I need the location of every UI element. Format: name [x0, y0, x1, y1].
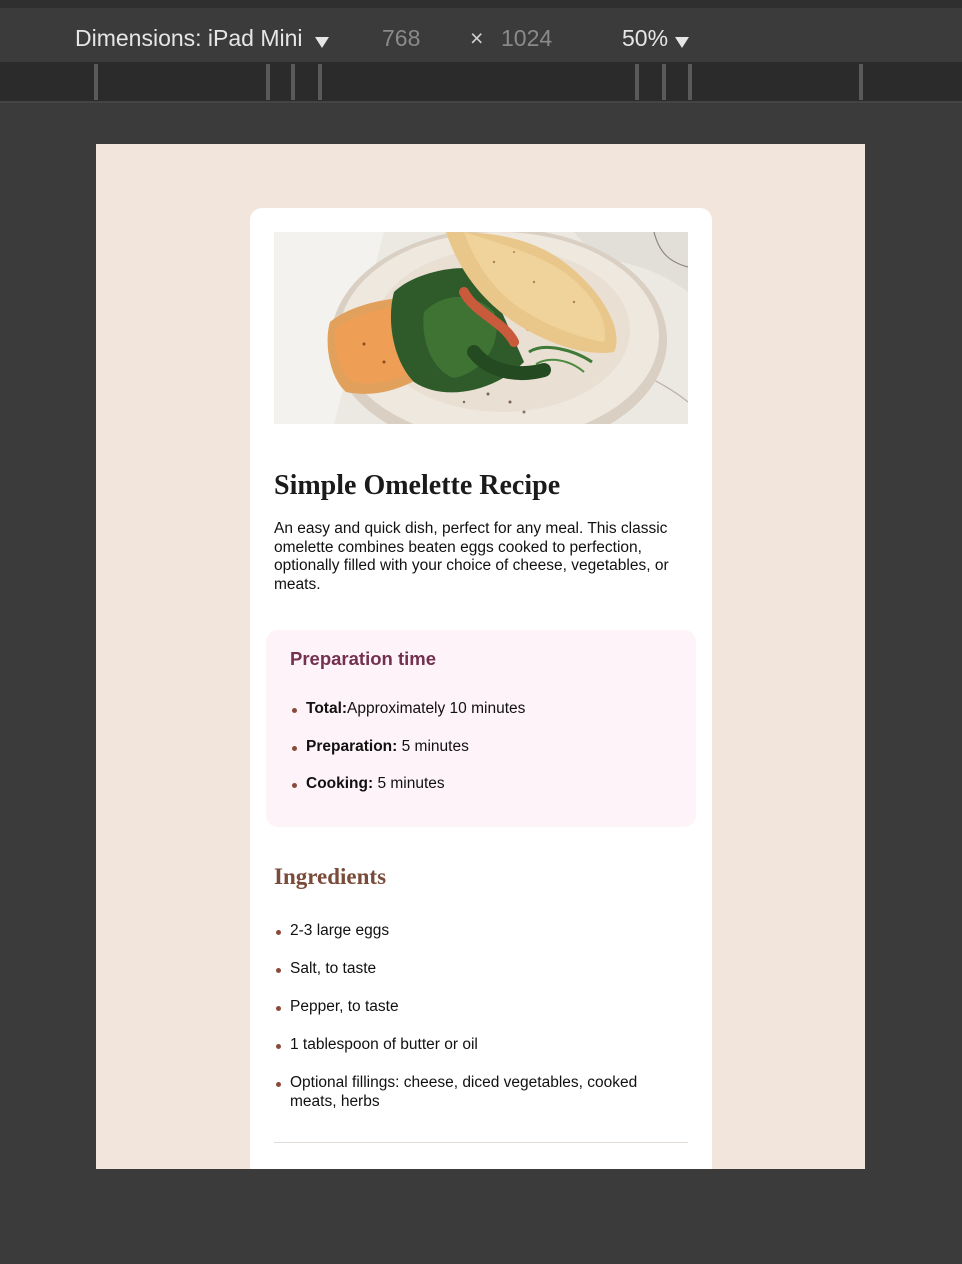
ingredient-text: Optional fillings: cheese, diced vegetab…: [290, 1074, 638, 1110]
list-item: Preparation: 5 minutes: [290, 738, 525, 757]
device-viewport: Simple Omelette Recipe An easy and quick…: [96, 144, 865, 1169]
media-query-marker[interactable]: [859, 64, 863, 100]
zoom-dropdown[interactable]: 50%: [622, 24, 668, 52]
bullet-icon: [292, 745, 297, 751]
bullet-icon: [276, 1006, 281, 1011]
recipe-title: Simple Omelette Recipe: [274, 470, 561, 501]
bullet-icon: [276, 1044, 281, 1049]
prep-item-label: Total:: [306, 700, 348, 717]
list-item: Pepper, to taste: [274, 998, 688, 1017]
zoom-chevron-down-icon[interactable]: [675, 37, 689, 48]
recipe-image: [274, 232, 688, 424]
media-query-marker[interactable]: [688, 64, 692, 100]
times-icon: ×: [470, 25, 484, 51]
media-query-marker[interactable]: [635, 64, 639, 100]
section-divider: [274, 1142, 688, 1143]
prep-item-value: 5 minutes: [397, 737, 469, 755]
prep-item-value: 5 minutes: [373, 775, 445, 793]
bullet-icon: [292, 708, 297, 713]
preparation-time-heading: Preparation time: [290, 648, 436, 669]
bullet-icon: [276, 930, 281, 935]
preparation-time-list: Total:Approximately 10 minutes Preparati…: [290, 700, 525, 813]
bullet-icon: [276, 1082, 281, 1087]
list-item: 2-3 large eggs: [274, 922, 688, 941]
media-query-marker[interactable]: [94, 64, 98, 100]
recipe-description: An easy and quick dish, perfect for any …: [274, 520, 669, 594]
media-query-bar: [0, 62, 962, 103]
list-item: 1 tablespoon of butter or oil: [274, 1036, 688, 1055]
media-query-marker[interactable]: [266, 64, 270, 100]
list-item: Salt, to taste: [274, 960, 688, 979]
width-input[interactable]: 768: [382, 24, 420, 52]
dimensions-dropdown[interactable]: Dimensions: iPad Mini: [75, 24, 303, 52]
ingredient-text: 1 tablespoon of butter or oil: [290, 1036, 478, 1053]
height-input[interactable]: 1024: [501, 24, 552, 52]
media-query-marker[interactable]: [291, 64, 295, 100]
chevron-down-icon[interactable]: [315, 37, 329, 48]
list-item: Total:Approximately 10 minutes: [290, 700, 525, 719]
prep-item-label: Cooking:: [306, 775, 374, 793]
recipe-card: Simple Omelette Recipe An easy and quick…: [250, 208, 712, 1169]
bullet-icon: [292, 783, 297, 789]
media-query-marker[interactable]: [662, 64, 666, 100]
ingredient-text: Pepper, to taste: [290, 998, 399, 1015]
omelette-photo: [274, 232, 688, 424]
bullet-icon: [276, 968, 281, 973]
devtools-device-toolbar: Dimensions: iPad Mini 768 × 1024 50%: [0, 0, 962, 62]
ingredients-list: 2-3 large eggs Salt, to taste Pepper, to…: [274, 922, 688, 1131]
prep-item-value: Approximately 10 minutes: [347, 700, 526, 717]
media-query-marker[interactable]: [318, 64, 322, 100]
prep-item-label: Preparation:: [306, 737, 398, 755]
ingredient-text: 2-3 large eggs: [290, 922, 390, 939]
ingredients-heading: Ingredients: [274, 864, 387, 889]
preparation-time-box: Preparation time Total:Approximately 10 …: [266, 630, 696, 827]
ingredient-text: Salt, to taste: [290, 960, 377, 977]
list-item: Optional fillings: cheese, diced vegetab…: [274, 1074, 688, 1111]
list-item: Cooking: 5 minutes: [290, 775, 525, 794]
